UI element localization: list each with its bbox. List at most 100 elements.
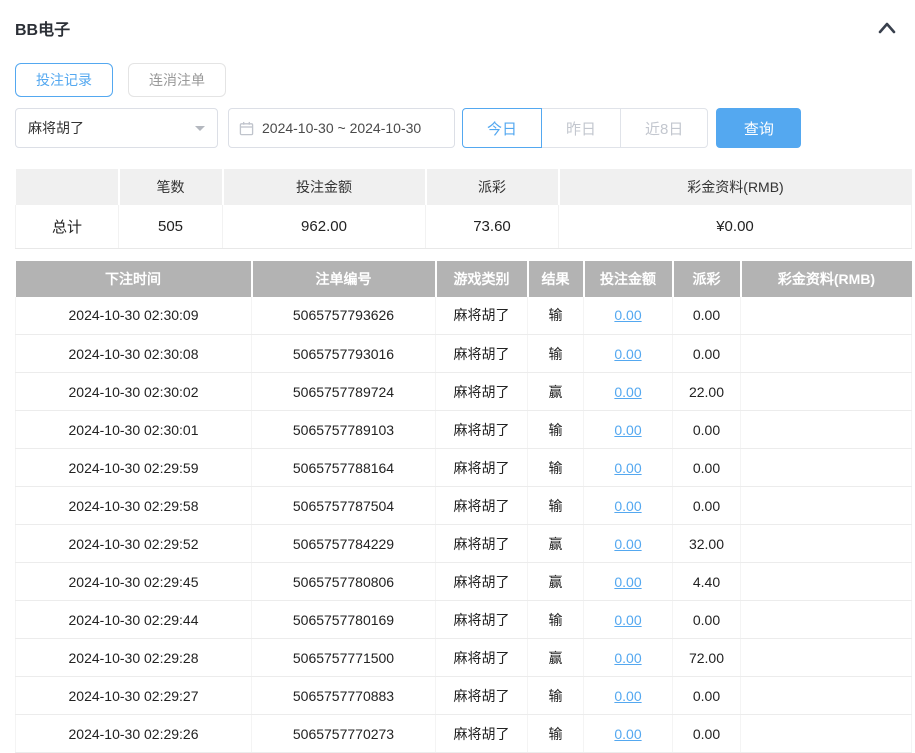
- bet-amount-link[interactable]: 0.00: [614, 460, 641, 476]
- bet-amount-link[interactable]: 0.00: [614, 688, 641, 704]
- bet-amount-cell: 0.00: [584, 601, 673, 639]
- table-row: 2024-10-30 02:29:585065757787504麻将胡了输0.0…: [16, 487, 912, 525]
- table-row: 2024-10-30 02:29:525065757784229麻将胡了赢0.0…: [16, 525, 912, 563]
- result-cell: 输: [528, 297, 584, 335]
- payout-cell: 0.00: [673, 487, 741, 525]
- summary-total-count: 505: [119, 205, 223, 248]
- game-type-cell: 麻将胡了: [436, 677, 528, 715]
- result-cell: 赢: [528, 563, 584, 601]
- bet-amount-link[interactable]: 0.00: [614, 536, 641, 552]
- summary-header-row: 笔数 投注金额 派彩 彩金资料(RMB): [16, 169, 912, 205]
- tab-label: 连消注单: [149, 70, 205, 90]
- bet-time-cell: 2024-10-30 02:29:28: [16, 639, 252, 677]
- panel: BB电子 投注记录 连消注单 麻将胡了 2024-10-30 ~ 2024-10…: [0, 0, 911, 753]
- order-no-cell: 5065757788164: [252, 449, 436, 487]
- bet-amount-link[interactable]: 0.00: [614, 422, 641, 438]
- calendar-icon: [239, 121, 254, 136]
- game-type-cell: 麻将胡了: [436, 563, 528, 601]
- payout-cell: 4.40: [673, 563, 741, 601]
- query-button[interactable]: 查询: [716, 108, 801, 148]
- tab-label: 投注记录: [36, 70, 92, 90]
- bet-amount-link[interactable]: 0.00: [614, 650, 641, 666]
- records-header-row: 下注时间 注单编号 游戏类别 结果 投注金额 派彩 彩金资料(RMB): [16, 261, 912, 297]
- last-8-days-button[interactable]: 近8日: [620, 108, 708, 148]
- filter-bar: 麻将胡了 2024-10-30 ~ 2024-10-30 今日 昨日 近8日 查…: [15, 108, 911, 148]
- payout-cell: 32.00: [673, 525, 741, 563]
- table-row: 2024-10-30 02:30:015065757789103麻将胡了输0.0…: [16, 411, 912, 449]
- game-type-cell: 麻将胡了: [436, 715, 528, 753]
- game-type-cell: 麻将胡了: [436, 525, 528, 563]
- bet-amount-cell: 0.00: [584, 411, 673, 449]
- date-range-input[interactable]: 2024-10-30 ~ 2024-10-30: [228, 108, 455, 148]
- yesterday-button[interactable]: 昨日: [541, 108, 621, 148]
- bet-amount-link[interactable]: 0.00: [614, 574, 641, 590]
- bet-time-cell: 2024-10-30 02:29:27: [16, 677, 252, 715]
- bet-amount-link[interactable]: 0.00: [614, 307, 641, 323]
- game-type-cell: 麻将胡了: [436, 487, 528, 525]
- records-header-result: 结果: [528, 261, 584, 297]
- bet-amount-cell: 0.00: [584, 449, 673, 487]
- collapse-button[interactable]: [875, 19, 899, 37]
- jackpot-cell: [741, 335, 912, 373]
- bet-time-cell: 2024-10-30 02:30:09: [16, 297, 252, 335]
- result-cell: 输: [528, 335, 584, 373]
- order-no-cell: 5065757780806: [252, 563, 436, 601]
- result-cell: 赢: [528, 373, 584, 411]
- order-no-cell: 5065757770273: [252, 715, 436, 753]
- result-cell: 输: [528, 715, 584, 753]
- bet-amount-link[interactable]: 0.00: [614, 726, 641, 742]
- payout-cell: 0.00: [673, 297, 741, 335]
- payout-cell: 0.00: [673, 335, 741, 373]
- payout-cell: 0.00: [673, 677, 741, 715]
- game-type-cell: 麻将胡了: [436, 335, 528, 373]
- bet-time-cell: 2024-10-30 02:30:02: [16, 373, 252, 411]
- chevron-up-icon: [877, 23, 897, 38]
- result-cell: 输: [528, 411, 584, 449]
- tab-bar: 投注记录 连消注单: [15, 63, 911, 97]
- bet-amount-cell: 0.00: [584, 677, 673, 715]
- bet-amount-link[interactable]: 0.00: [614, 498, 641, 514]
- jackpot-cell: [741, 639, 912, 677]
- summary-header-jackpot: 彩金资料(RMB): [559, 169, 912, 205]
- game-type-cell: 麻将胡了: [436, 449, 528, 487]
- summary-total-label: 总计: [16, 205, 119, 248]
- tab-betting-records[interactable]: 投注记录: [15, 63, 113, 97]
- records-header-bet-time: 下注时间: [16, 261, 252, 297]
- game-type-cell: 麻将胡了: [436, 601, 528, 639]
- bet-amount-cell: 0.00: [584, 297, 673, 335]
- game-type-cell: 麻将胡了: [436, 639, 528, 677]
- bet-time-cell: 2024-10-30 02:29:44: [16, 601, 252, 639]
- summary-header-count: 笔数: [119, 169, 223, 205]
- jackpot-cell: [741, 449, 912, 487]
- bet-amount-link[interactable]: 0.00: [614, 612, 641, 628]
- summary-table: 笔数 投注金额 派彩 彩金资料(RMB) 总计 505 962.00 73.60…: [15, 169, 912, 249]
- table-row: 2024-10-30 02:29:265065757770273麻将胡了输0.0…: [16, 715, 912, 753]
- today-button[interactable]: 今日: [462, 108, 542, 148]
- tab-cancelled-orders[interactable]: 连消注单: [128, 63, 226, 97]
- order-no-cell: 5065757789103: [252, 411, 436, 449]
- summary-total-jackpot: ¥0.00: [559, 205, 912, 248]
- chevron-down-icon: [195, 126, 205, 131]
- page-title: BB电子: [15, 16, 70, 40]
- result-cell: 输: [528, 677, 584, 715]
- bet-amount-cell: 0.00: [584, 335, 673, 373]
- summary-total-payout: 73.60: [426, 205, 559, 248]
- order-no-cell: 5065757780169: [252, 601, 436, 639]
- result-cell: 输: [528, 487, 584, 525]
- records-header-order-no: 注单编号: [252, 261, 436, 297]
- game-type-select[interactable]: 麻将胡了: [15, 108, 218, 148]
- table-row: 2024-10-30 02:29:455065757780806麻将胡了赢0.0…: [16, 563, 912, 601]
- table-row: 2024-10-30 02:29:445065757780169麻将胡了输 0.0…: [16, 601, 912, 639]
- game-type-cell: 麻将胡了: [436, 411, 528, 449]
- order-no-cell: 5065757784229: [252, 525, 436, 563]
- records-table: 下注时间 注单编号 游戏类别 结果 投注金额 派彩 彩金资料(RMB) 2024…: [15, 261, 912, 753]
- payout-cell: 22.00: [673, 373, 741, 411]
- bet-amount-link[interactable]: 0.00: [614, 384, 641, 400]
- records-table-body: 2024-10-30 02:30:095065757793626麻将胡了输0.0…: [16, 297, 912, 753]
- table-row: 2024-10-30 02:29:275065757770883麻将胡了输0.0…: [16, 677, 912, 715]
- table-row: 2024-10-30 02:30:025065757789724麻将胡了赢0.0…: [16, 373, 912, 411]
- bet-amount-link[interactable]: 0.00: [614, 346, 641, 362]
- jackpot-cell: [741, 715, 912, 753]
- result-cell: 输: [528, 601, 584, 639]
- result-cell: 赢: [528, 639, 584, 677]
